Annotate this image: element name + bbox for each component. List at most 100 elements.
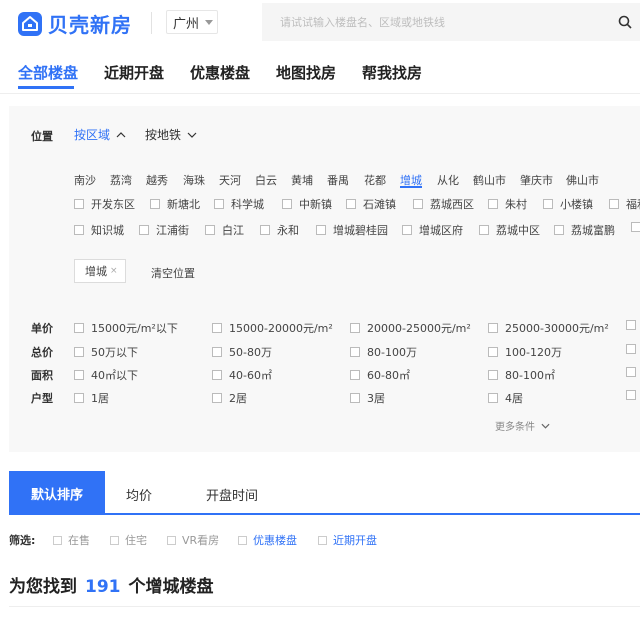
checkbox-icon (214, 199, 224, 209)
district-item[interactable]: 番禺 (327, 172, 349, 188)
district-item[interactable]: 佛山市 (566, 172, 599, 188)
subarea-checkbox[interactable]: 朱村 (488, 196, 527, 212)
unit-price-option[interactable]: 20000-25000元/m² (350, 320, 471, 336)
layout-option[interactable]: 3居 (350, 390, 385, 406)
tab-by-region[interactable]: 按区域 (74, 126, 126, 143)
layout-option[interactable]: 4居 (488, 390, 523, 406)
caret-down-icon (205, 19, 214, 25)
layout-option[interactable] (626, 390, 640, 400)
subarea-checkbox[interactable]: 荔城西区 (413, 196, 474, 212)
layout-option[interactable]: 2居 (212, 390, 247, 406)
option-label: 1居 (91, 392, 109, 405)
brand-logo[interactable]: 贝壳新房 (18, 9, 132, 38)
subarea-checkbox[interactable]: 小楼镇 (543, 196, 593, 212)
quick-filter-residential[interactable]: 住宅 (110, 532, 147, 548)
subarea-label: 增城区府 (419, 224, 463, 237)
sort-default-tab[interactable]: 默认排序 (9, 471, 105, 515)
close-icon[interactable]: × (110, 266, 118, 276)
checkbox-icon (626, 320, 636, 330)
area-option[interactable]: 40㎡以下 (74, 367, 138, 383)
total-price-option[interactable]: 80-100万 (350, 344, 417, 360)
total-price-option[interactable]: 50万以下 (74, 344, 138, 360)
checkbox-icon (282, 199, 292, 209)
district-item[interactable]: 从化 (437, 172, 459, 188)
subarea-checkbox[interactable]: 荔城富鹏 (554, 222, 615, 238)
subarea-label: 小楼镇 (560, 198, 593, 211)
search-input[interactable] (262, 3, 592, 41)
unit-price-option[interactable]: 15000元/m²以下 (74, 320, 178, 336)
unit-price-option[interactable]: 25000-30000元/m² (488, 320, 609, 336)
chip-label: 增城 (85, 265, 107, 278)
subarea-checkbox[interactable]: 荔城中区 (479, 222, 540, 238)
subarea-checkbox[interactable]: 石滩镇 (346, 196, 396, 212)
subarea-checkbox[interactable]: 开发东区 (74, 196, 135, 212)
sort-avg-price-tab[interactable]: 均价 (126, 485, 152, 504)
result-summary: 为您找到 191 个增城楼盘 (9, 572, 214, 597)
district-item[interactable]: 花都 (364, 172, 386, 188)
unit-price-option[interactable]: 15000-20000元/m² (212, 320, 333, 336)
district-item[interactable]: 白云 (255, 172, 277, 188)
district-item[interactable]: 南沙 (74, 172, 96, 188)
area-option[interactable]: 80-100㎡ (488, 367, 555, 383)
filter-panel: 位置 按区域 按地铁 南沙 荔湾 越秀 海珠 天河 白云 黄埔 番禺 花都 增城… (9, 106, 640, 452)
unit-price-option[interactable] (626, 320, 640, 330)
quick-filter-vr[interactable]: VR看房 (167, 532, 219, 548)
district-item[interactable]: 海珠 (183, 172, 205, 188)
checkbox-icon (626, 344, 636, 354)
more-conditions-button[interactable]: 更多条件 (495, 418, 550, 433)
district-item[interactable]: 黄埔 (291, 172, 313, 188)
subarea-checkbox[interactable]: 江浦街 (139, 222, 189, 238)
nav-discount[interactable]: 优惠楼盘 (190, 62, 250, 83)
subarea-checkbox[interactable]: 科学城 (214, 196, 264, 212)
checkbox-icon (626, 367, 636, 377)
checkbox-icon (318, 535, 327, 545)
area-option[interactable] (626, 367, 640, 377)
subarea-label: 增城碧桂园 (333, 224, 388, 237)
city-name: 广州 (173, 16, 200, 32)
subarea-checkbox[interactable]: 增城碧桂园 (316, 222, 388, 238)
selected-district-chip[interactable]: 增城 × (74, 259, 126, 283)
checkbox-icon (413, 199, 423, 209)
chevron-down-icon (187, 132, 197, 138)
district-item[interactable]: 越秀 (146, 172, 168, 188)
nav-help-find[interactable]: 帮我找房 (362, 62, 422, 83)
checkbox-icon (139, 225, 149, 235)
search-icon[interactable] (618, 15, 632, 29)
nav-map-search[interactable]: 地图找房 (276, 62, 336, 83)
area-option[interactable]: 40-60㎡ (212, 367, 272, 383)
total-price-option[interactable]: 50-80万 (212, 344, 272, 360)
sort-opening-time-tab[interactable]: 开盘时间 (206, 485, 258, 504)
city-selector[interactable]: 广州 (166, 10, 218, 34)
tab-by-metro[interactable]: 按地铁 (145, 126, 197, 143)
subarea-checkbox[interactable]: 福和 (609, 196, 640, 212)
layout-option[interactable]: 1居 (74, 390, 109, 406)
quick-filter-option-label: 住宅 (125, 534, 147, 547)
option-label: 2居 (229, 392, 247, 405)
district-item[interactable]: 肇庆市 (520, 172, 553, 188)
top-header: 贝壳新房 广州 (0, 0, 640, 44)
subarea-checkbox[interactable]: 增城区府 (402, 222, 463, 238)
quick-filter-recent-opening[interactable]: 近期开盘 (318, 532, 377, 548)
more-conditions-label: 更多条件 (495, 422, 535, 433)
subarea-checkbox[interactable]: 白江 (205, 222, 244, 238)
subarea-checkbox[interactable] (631, 222, 640, 232)
quick-filter-on-sale[interactable]: 在售 (53, 532, 90, 548)
district-item[interactable]: 鹤山市 (473, 172, 506, 188)
subarea-checkbox[interactable]: 中新镇 (282, 196, 332, 212)
nav-recent-opening[interactable]: 近期开盘 (104, 62, 164, 83)
quick-filter-discount[interactable]: 优惠楼盘 (238, 532, 297, 548)
district-item[interactable]: 天河 (219, 172, 241, 188)
subarea-checkbox[interactable]: 永和 (260, 222, 299, 238)
total-price-option[interactable]: 100-120万 (488, 344, 562, 360)
district-item[interactable]: 荔湾 (110, 172, 132, 188)
quick-filter-option-label: 在售 (68, 534, 90, 547)
area-option[interactable]: 60-80㎡ (350, 367, 410, 383)
subarea-checkbox[interactable]: 知识城 (74, 222, 124, 238)
checkbox-icon (346, 199, 356, 209)
nav-all-buildings[interactable]: 全部楼盘 (18, 62, 78, 83)
total-price-option[interactable] (626, 344, 640, 354)
checkbox-icon (74, 199, 84, 209)
subarea-checkbox[interactable]: 新塘北 (150, 196, 200, 212)
clear-position-link[interactable]: 清空位置 (151, 265, 195, 281)
checkbox-icon (74, 393, 84, 403)
